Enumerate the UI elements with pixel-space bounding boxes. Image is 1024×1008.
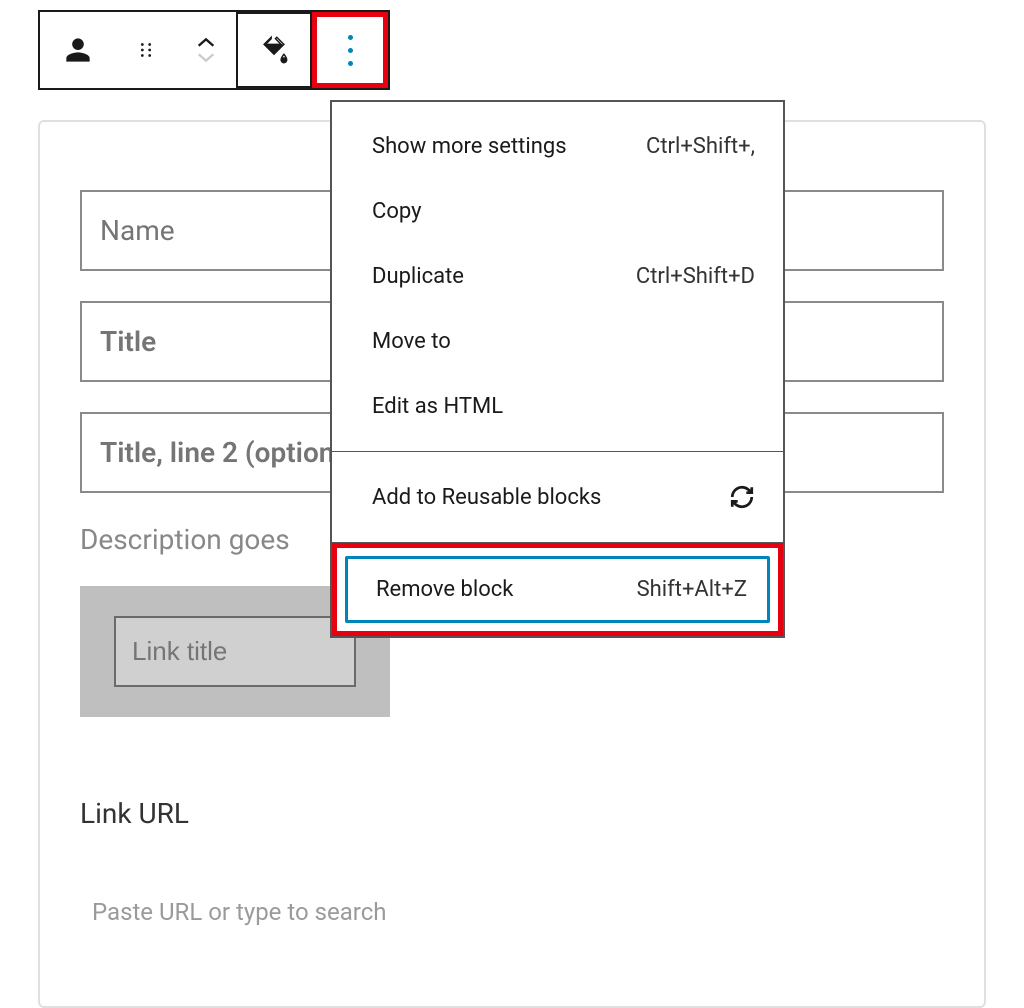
menu-item-label: Edit as HTML bbox=[372, 394, 503, 419]
menu-item-shortcut: Ctrl+Shift+, bbox=[646, 134, 755, 159]
menu-item-shortcut: Shift+Alt+Z bbox=[637, 577, 747, 602]
menu-item-label: Copy bbox=[372, 199, 422, 224]
more-options-button[interactable] bbox=[312, 12, 388, 88]
menu-item-label: Move to bbox=[372, 329, 451, 354]
menu-item-label: Show more settings bbox=[372, 134, 567, 159]
fill-color-button[interactable] bbox=[236, 12, 312, 88]
paint-bucket-icon bbox=[257, 33, 291, 67]
menu-item-edit-as-html[interactable]: Edit as HTML bbox=[332, 374, 783, 439]
block-icon-button[interactable] bbox=[40, 12, 116, 88]
person-icon bbox=[64, 36, 92, 64]
block-options-menu: Show more settings Ctrl+Shift+, Copy Dup… bbox=[330, 100, 785, 638]
chevron-up-icon bbox=[195, 36, 217, 50]
menu-item-add-reusable[interactable]: Add to Reusable blocks bbox=[332, 464, 783, 530]
link-title-field[interactable] bbox=[114, 616, 356, 687]
menu-item-show-more-settings[interactable]: Show more settings Ctrl+Shift+, bbox=[332, 114, 783, 179]
menu-item-remove-block-highlighted: Remove block Shift+Alt+Z bbox=[332, 543, 783, 636]
menu-item-shortcut: Ctrl+Shift+D bbox=[636, 264, 755, 289]
drag-icon bbox=[135, 39, 157, 61]
menu-item-label: Remove block bbox=[376, 577, 513, 602]
refresh-icon bbox=[729, 484, 755, 510]
link-url-label: Link URL bbox=[80, 797, 944, 830]
drag-handle-button[interactable] bbox=[116, 12, 176, 88]
move-arrows-button[interactable] bbox=[176, 12, 236, 88]
menu-item-label: Duplicate bbox=[372, 264, 464, 289]
more-vertical-icon bbox=[348, 35, 353, 66]
menu-item-remove-block[interactable]: Remove block Shift+Alt+Z bbox=[345, 556, 770, 623]
menu-item-duplicate[interactable]: Duplicate Ctrl+Shift+D bbox=[332, 244, 783, 309]
menu-item-label: Add to Reusable blocks bbox=[372, 485, 601, 510]
block-toolbar bbox=[38, 10, 390, 90]
menu-item-copy[interactable]: Copy bbox=[332, 179, 783, 244]
link-url-input[interactable]: Paste URL or type to search bbox=[80, 898, 944, 926]
menu-item-move-to[interactable]: Move to bbox=[332, 309, 783, 374]
chevron-down-icon bbox=[195, 50, 217, 64]
